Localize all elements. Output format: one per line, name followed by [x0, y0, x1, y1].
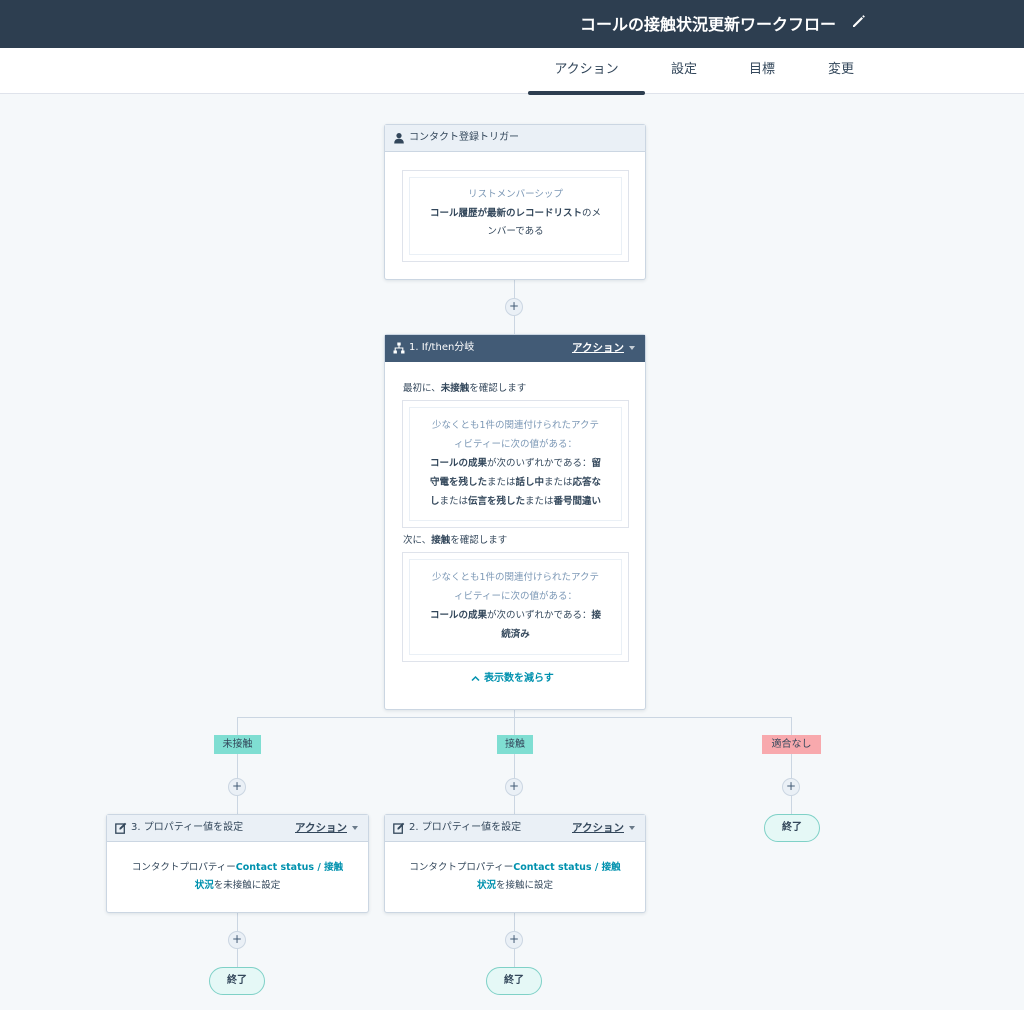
- branch-name: 未接触: [440, 383, 470, 394]
- end-node: 終了: [209, 967, 265, 995]
- filter-bold: 番号間違い: [553, 496, 602, 507]
- add-action-button[interactable]: +: [228, 778, 246, 796]
- filter-bold: 守電を残した: [429, 477, 487, 488]
- filter-text: または: [486, 477, 516, 488]
- filter-bold: 話し中: [515, 477, 544, 488]
- filter-text: または: [439, 496, 468, 507]
- action-text: を未接触に設定: [213, 880, 281, 891]
- filter-bold: 接: [591, 610, 601, 621]
- add-action-button[interactable]: +: [505, 778, 523, 796]
- branch-text: 最初に、: [403, 383, 441, 394]
- branch-first-check: 最初に、未接触を確認します: [403, 380, 526, 394]
- action-actions-dropdown[interactable]: アクション: [572, 815, 635, 841]
- branch-label-not-contacted: 未接触: [214, 735, 261, 754]
- branch-text: を確認します: [450, 535, 508, 546]
- branch-text: を確認します: [469, 383, 527, 394]
- filter-label: ィビティーに次の値がある：: [454, 439, 577, 450]
- tab-bar: アクション 設定 目標 変更: [0, 48, 1024, 95]
- action-card-header: 3. プロパティー値を設定 アクション: [107, 815, 368, 842]
- branch-label-no-match: 適合なし: [762, 735, 821, 754]
- property-link[interactable]: 状況: [477, 880, 496, 891]
- action-title: 3. プロパティー値を設定: [131, 822, 244, 833]
- end-node: 終了: [764, 814, 820, 842]
- filter-bold: コールの成果: [430, 458, 488, 469]
- branch-title: 1. If/then分岐: [409, 342, 475, 353]
- trigger-card[interactable]: コンタクト登録トリガー リストメンバーシップ コール履歴が最新のレコードリストの…: [384, 124, 646, 280]
- property-link[interactable]: Contact status / 接触: [513, 862, 620, 873]
- property-link[interactable]: Contact status / 接触: [236, 862, 343, 873]
- workflow-title[interactable]: コールの接触状況更新ワークフロー: [580, 11, 836, 35]
- filter-bold: コールの成果: [430, 610, 488, 621]
- filter-text: または: [525, 496, 554, 507]
- filter-label: ィビティーに次の値がある：: [454, 591, 577, 602]
- branch-actions-dropdown[interactable]: アクション: [572, 335, 635, 361]
- connector-line: [791, 796, 792, 814]
- branch-filter-2: 少なくとも1件の関連付けられたアクテ ィビティーに次の値がある： コールの成果が…: [402, 552, 629, 662]
- action-text: コンタクトプロパティー: [409, 862, 514, 873]
- tab-settings[interactable]: 設定: [660, 48, 708, 94]
- filter-label: 少なくとも1件の関連付けられたアクテ: [431, 572, 600, 583]
- tab-goals[interactable]: 目標: [738, 48, 786, 94]
- filter-text: が次のいずれかである：: [487, 458, 592, 469]
- end-node: 終了: [486, 967, 542, 995]
- action-text: コンタクトプロパティー: [131, 862, 236, 873]
- filter-bold: 応答な: [572, 477, 602, 488]
- chevron-up-icon: [471, 675, 480, 681]
- action-description: コンタクトプロパティーContact status / 接触 状況を未接触に設定: [107, 859, 368, 895]
- pencil-icon[interactable]: [851, 13, 867, 29]
- filter-bold: 留: [591, 458, 601, 469]
- branch-second-check: 次に、接触を確認します: [403, 532, 507, 546]
- branch-name: 接触: [431, 535, 451, 546]
- branch-label-contacted: 接触: [497, 735, 533, 754]
- property-link[interactable]: 状況: [195, 880, 214, 891]
- if-then-branch-card[interactable]: 1. If/then分岐 アクション 最初に、未接触を確認します 少なくとも1件…: [384, 334, 646, 710]
- show-less-label: 表示数を減らす: [484, 673, 554, 684]
- filter-condition: コールの成果が次のいずれかである：接: [416, 606, 615, 625]
- show-less-link[interactable]: 表示数を減らす: [471, 669, 554, 684]
- add-action-button[interactable]: +: [505, 298, 523, 316]
- trigger-title: コンタクト登録トリガー: [409, 132, 519, 143]
- branch-card-header: 1. If/then分岐 アクション: [385, 335, 645, 362]
- filter-condition: しまたは伝言を残したまたは番号間違い: [416, 492, 615, 511]
- filter-text: が次のいずれかである：: [487, 610, 592, 621]
- branch-filter-1: 少なくとも1件の関連付けられたアクテ ィビティーに次の値がある： コールの成果が…: [402, 400, 629, 528]
- filter-bold: 伝言を残した: [467, 496, 525, 507]
- action-actions-dropdown[interactable]: アクション: [295, 815, 358, 841]
- edit-property-icon: [393, 822, 405, 834]
- filter-bold: 続済み: [501, 629, 530, 640]
- filter-text: のメ: [582, 207, 602, 219]
- edit-property-icon: [115, 822, 127, 834]
- add-action-button[interactable]: +: [228, 931, 246, 949]
- set-property-card-3[interactable]: 3. プロパティー値を設定 アクション コンタクトプロパティーContact s…: [106, 814, 369, 913]
- action-card-header: 2. プロパティー値を設定 アクション: [385, 815, 645, 842]
- add-action-button[interactable]: +: [505, 931, 523, 949]
- filter-condition: 守電を残したまたは話し中または応答な: [416, 473, 615, 492]
- action-text: を接触に設定: [496, 880, 554, 891]
- action-description: コンタクトプロパティーContact status / 接触 状況を接触に設定: [385, 859, 645, 895]
- filter-condition: コールの成果が次のいずれかである：留: [416, 454, 615, 473]
- trigger-filter: リストメンバーシップ コール履歴が最新のレコードリストのメ ンバーである: [402, 170, 629, 262]
- tab-actions[interactable]: アクション: [528, 48, 645, 95]
- connector-line: [237, 717, 238, 814]
- top-bar: コールの接触状況更新ワークフロー: [0, 0, 1024, 48]
- trigger-card-header: コンタクト登録トリガー: [385, 125, 645, 152]
- tab-changes[interactable]: 変更: [817, 48, 865, 94]
- filter-label: 少なくとも1件の関連付けられたアクテ: [431, 420, 600, 431]
- add-action-button[interactable]: +: [782, 778, 800, 796]
- person-icon: [394, 133, 404, 144]
- filter-label: リストメンバーシップ: [468, 189, 563, 200]
- connector-line: [514, 717, 515, 814]
- filter-text: ンバーである: [487, 226, 544, 237]
- action-title: 2. プロパティー値を設定: [409, 822, 522, 833]
- branch-tree-icon: [393, 342, 405, 354]
- filter-text: または: [544, 477, 573, 488]
- branch-text: 次に、: [403, 535, 432, 546]
- filter-list-name: コール履歴が最新のレコードリスト: [429, 207, 582, 219]
- set-property-card-2[interactable]: 2. プロパティー値を設定 アクション コンタクトプロパティーContact s…: [384, 814, 646, 913]
